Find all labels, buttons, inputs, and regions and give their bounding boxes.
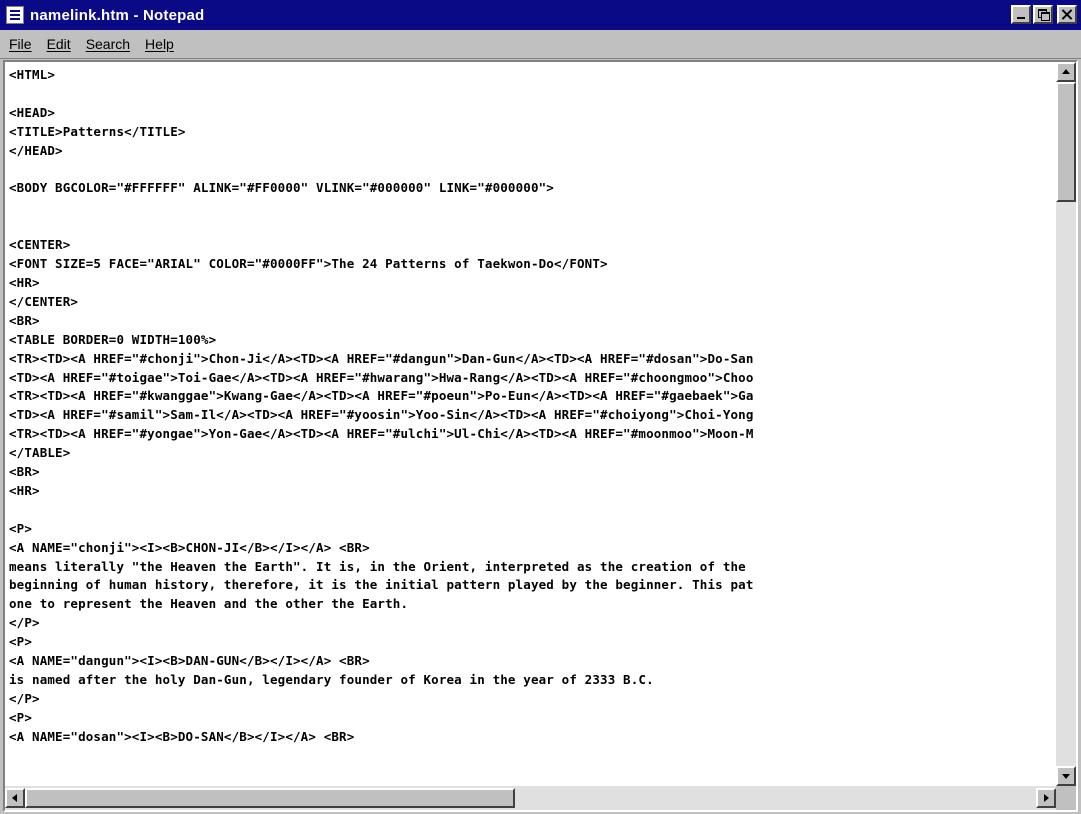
editor-line[interactable]: </CENTER> (9, 294, 78, 309)
menu-help[interactable]: Help (145, 36, 174, 52)
minimize-button[interactable] (1011, 5, 1031, 24)
editor-line[interactable]: <TITLE>Patterns</TITLE> (9, 124, 186, 139)
menu-edit[interactable]: Edit (47, 36, 71, 52)
restore-button[interactable] (1033, 5, 1053, 24)
horizontal-scrollbar[interactable] (5, 786, 1056, 810)
menu-search[interactable]: Search (86, 36, 130, 52)
editor-line[interactable]: <P> (9, 634, 32, 649)
vertical-scrollbar[interactable] (1056, 62, 1076, 786)
scroll-left-button[interactable] (5, 788, 25, 808)
editor-line[interactable]: <FONT SIZE=5 FACE="ARIAL" COLOR="#0000FF… (9, 256, 608, 271)
editor-line[interactable]: </HEAD> (9, 143, 63, 158)
editor-line[interactable]: <BR> (9, 313, 40, 328)
editor-line[interactable]: <BODY BGCOLOR="#FFFFFF" ALINK="#FF0000" … (9, 180, 554, 195)
editor-line[interactable]: <HR> (9, 275, 40, 290)
horizontal-scroll-thumb[interactable] (25, 788, 515, 808)
editor-line[interactable]: </P> (9, 615, 40, 630)
arrow-up-icon (1062, 69, 1070, 74)
menu-file[interactable]: File (9, 36, 32, 52)
editor-line[interactable]: </TABLE> (9, 445, 70, 460)
editor-line[interactable]: <TD><A HREF="#samil">Sam-Il</A><TD><A HR… (9, 407, 754, 422)
editor-line[interactable]: <A NAME="dosan"><I><B>DO-SAN</B></I></A>… (9, 729, 354, 744)
scroll-down-button[interactable] (1056, 766, 1076, 786)
notepad-icon[interactable] (6, 6, 24, 24)
editor-line[interactable]: <HTML> (9, 67, 55, 82)
arrow-right-icon (1044, 794, 1049, 802)
editor-line[interactable]: is named after the holy Dan-Gun, legenda… (9, 672, 654, 687)
scroll-up-button[interactable] (1056, 62, 1076, 82)
editor-line[interactable]: <TR><TD><A HREF="#yongae">Yon-Gae</A><TD… (9, 426, 754, 441)
notepad-window: namelink.htm - Notepad File Edit Search … (0, 0, 1081, 814)
menu-bar: File Edit Search Help (0, 30, 1081, 59)
editor-line[interactable]: <TR><TD><A HREF="#chonji">Chon-Ji</A><TD… (9, 351, 754, 366)
title-bar[interactable]: namelink.htm - Notepad (0, 0, 1081, 30)
editor-content[interactable]: <HTML> <HEAD> <TITLE>Patterns</TITLE> </… (5, 62, 1056, 747)
window-title: namelink.htm - Notepad (30, 6, 205, 24)
window-controls (1011, 5, 1077, 24)
editor-line[interactable]: means literally "the Heaven the Earth". … (9, 559, 746, 574)
editor-line[interactable]: <P> (9, 710, 32, 725)
editor-line[interactable]: <P> (9, 521, 32, 536)
editor-line[interactable]: one to represent the Heaven and the othe… (9, 596, 408, 611)
vertical-scroll-thumb[interactable] (1056, 82, 1076, 202)
editor-line[interactable]: <A NAME="chonji"><I><B>CHON-JI</B></I></… (9, 540, 370, 555)
editor-line[interactable]: </P> (9, 691, 40, 706)
text-editor[interactable]: <HTML> <HEAD> <TITLE>Patterns</TITLE> </… (5, 62, 1056, 786)
arrow-down-icon (1062, 774, 1070, 779)
editor-line[interactable]: <TABLE BORDER=0 WIDTH=100%> (9, 332, 216, 347)
editor-line[interactable]: <HEAD> (9, 105, 55, 120)
editor-line[interactable]: <HR> (9, 483, 40, 498)
size-grip[interactable] (1056, 786, 1076, 810)
editor-line[interactable]: <A NAME="dangun"><I><B>DAN-GUN</B></I></… (9, 653, 370, 668)
close-button[interactable] (1057, 5, 1077, 24)
editor-line[interactable]: beginning of human history, therefore, i… (9, 577, 754, 592)
editor-line[interactable]: <TD><A HREF="#toigae">Toi-Gae</A><TD><A … (9, 370, 754, 385)
arrow-left-icon (12, 794, 17, 802)
editor-frame: <HTML> <HEAD> <TITLE>Patterns</TITLE> </… (3, 60, 1078, 812)
scroll-right-button[interactable] (1036, 788, 1056, 808)
editor-line[interactable]: <BR> (9, 464, 40, 479)
editor-line[interactable]: <CENTER> (9, 237, 70, 252)
editor-line[interactable]: <TR><TD><A HREF="#kwanggae">Kwang-Gae</A… (9, 388, 754, 403)
